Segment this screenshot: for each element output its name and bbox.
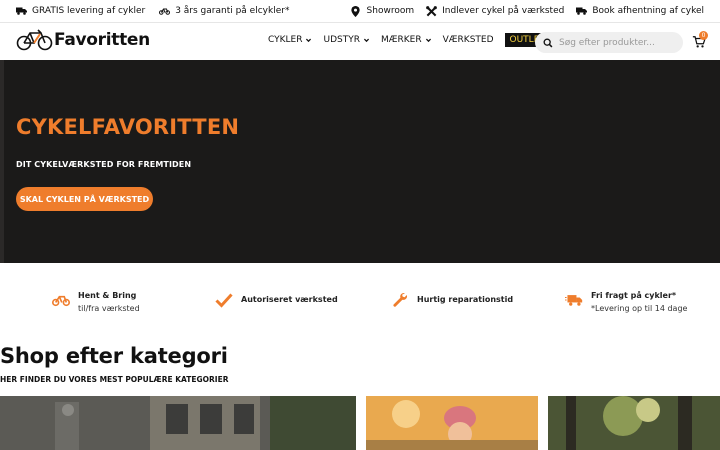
- category-tile-3[interactable]: [548, 396, 720, 450]
- free-delivery-notice: GRATIS levering af cykler: [16, 6, 145, 16]
- feature-pickup: Hent & Bring til/fra værksted: [52, 291, 140, 313]
- category-tile-1[interactable]: [0, 396, 356, 450]
- feature-pickup-sub: til/fra værksted: [78, 304, 140, 313]
- free-delivery-text: GRATIS levering af cykler: [32, 6, 146, 16]
- cart-count-badge: 0: [699, 31, 708, 40]
- top-bar-right: Showroom Indlever cykel på værksted Book…: [339, 6, 704, 17]
- bicycle-icon: [52, 295, 70, 307]
- feature-free-shipping-title: Fri fragt på cykler*: [591, 291, 677, 300]
- bicycle-icon: [159, 6, 171, 16]
- nav-label-udstyr: UDSTYR: [323, 35, 360, 45]
- feature-free-shipping: Fri fragt på cykler* *Levering op til 14…: [565, 291, 687, 313]
- main-nav: CYKLER UDSTYR MÆRKER VÆRKSTED OUTLET: [268, 33, 561, 47]
- category-image-forest: [548, 396, 720, 450]
- feature-pickup-title: Hent & Bring: [78, 291, 137, 300]
- nav-item-maerker[interactable]: MÆRKER: [381, 35, 432, 45]
- warranty-text: 3 års garanti på elcykler*: [175, 6, 290, 16]
- tools-icon: [426, 6, 437, 17]
- nav-item-udstyr[interactable]: UDSTYR: [323, 35, 370, 45]
- usp-features: Hent & Bring til/fra værksted Autorisere…: [0, 263, 720, 339]
- hero-title: CYKELFAVORITTEN: [16, 115, 240, 139]
- nav-label-maerker: MÆRKER: [380, 35, 422, 45]
- truck-icon: [576, 6, 588, 16]
- feature-pickup-text: Hent & Bring til/fra værksted: [78, 291, 140, 313]
- feature-fast-repair: Hurtig reparationstid: [391, 291, 513, 308]
- book-pickup-link[interactable]: Book afhentning af cykel: [576, 6, 704, 16]
- wrench-icon: [393, 293, 408, 307]
- truck-icon: [16, 6, 27, 16]
- showroom-text: Showroom: [366, 6, 415, 16]
- category-heading: Shop efter kategori: [0, 344, 228, 368]
- nav-item-vaerksted[interactable]: VÆRKSTED: [443, 35, 494, 45]
- chevron-down-icon: [363, 38, 370, 42]
- chevron-down-icon: [306, 38, 312, 42]
- search-bar: [535, 32, 683, 53]
- map-pin-icon: [350, 6, 362, 17]
- site-header: Favoritten CYKLER UDSTYR MÆRKER VÆRKSTED…: [0, 22, 720, 60]
- workshop-dropoff-link[interactable]: Indlever cykel på værksted: [426, 6, 565, 17]
- feature-authorized-text: Autoriseret værksted: [241, 291, 338, 304]
- hero-image-edge: [0, 60, 4, 263]
- top-bar-left: GRATIS levering af cykler 3 års garanti …: [16, 6, 303, 16]
- search-input[interactable]: [559, 37, 674, 48]
- feature-free-shipping-text: Fri fragt på cykler* *Levering op til 14…: [591, 291, 687, 313]
- nav-label-cykler: CYKLER: [268, 35, 303, 45]
- category-image-child-helmet: [366, 396, 538, 450]
- category-subheading: HER FINDER DU VORES MEST POPULÆRE KATEGO…: [0, 375, 229, 384]
- showroom-link[interactable]: Showroom: [350, 6, 415, 17]
- category-image-building: [0, 396, 356, 450]
- workshop-cta-button[interactable]: SKAL CYKLEN PÅ VÆRKSTED: [16, 187, 153, 211]
- hero-subtitle: DIT CYKELVÆRKSTED FOR FREMTIDEN: [16, 160, 192, 169]
- warranty-notice: 3 års garanti på elcykler*: [159, 6, 289, 16]
- feature-authorized-title: Autoriseret værksted: [241, 295, 338, 304]
- site-logo[interactable]: Favoritten: [16, 29, 150, 51]
- logo-wordmark: Favoritten: [54, 30, 150, 50]
- nav-item-cykler[interactable]: CYKLER: [268, 35, 312, 45]
- hero-banner: CYKELFAVORITTEN DIT CYKELVÆRKSTED FOR FR…: [0, 60, 720, 263]
- checkmark-icon: [215, 293, 233, 308]
- feature-authorized: Autoriseret værksted: [215, 291, 338, 308]
- bicycle-logo-icon: [16, 29, 53, 51]
- nav-label-vaerksted: VÆRKSTED: [442, 35, 494, 45]
- chevron-down-icon: [425, 38, 431, 42]
- top-info-bar: GRATIS levering af cykler 3 års garanti …: [0, 0, 720, 22]
- feature-fast-repair-title: Hurtig reparationstid: [417, 295, 514, 304]
- fast-truck-icon: [565, 295, 583, 306]
- category-tile-2[interactable]: [366, 396, 538, 450]
- search-icon[interactable]: [543, 38, 553, 48]
- feature-free-shipping-sub: *Levering op til 14 dage: [591, 304, 688, 313]
- workshop-dropoff-text: Indlever cykel på værksted: [442, 6, 565, 16]
- feature-fast-repair-text: Hurtig reparationstid: [417, 291, 513, 304]
- book-pickup-text: Book afhentning af cykel: [592, 6, 704, 16]
